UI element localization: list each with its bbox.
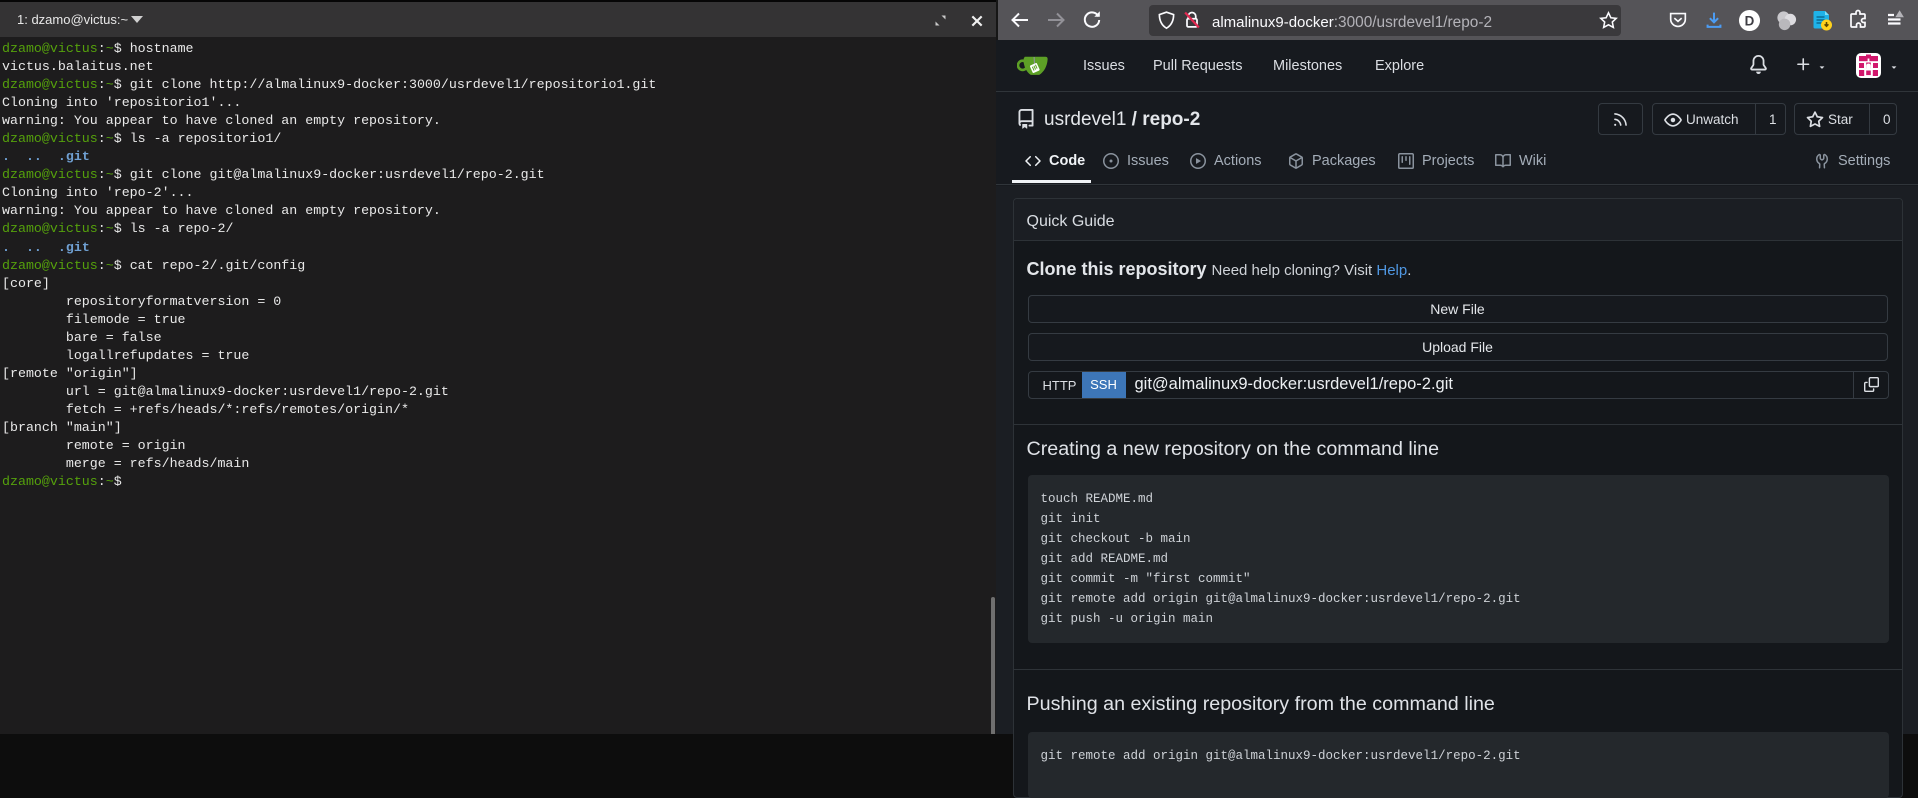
svg-text:D: D	[1745, 13, 1755, 28]
